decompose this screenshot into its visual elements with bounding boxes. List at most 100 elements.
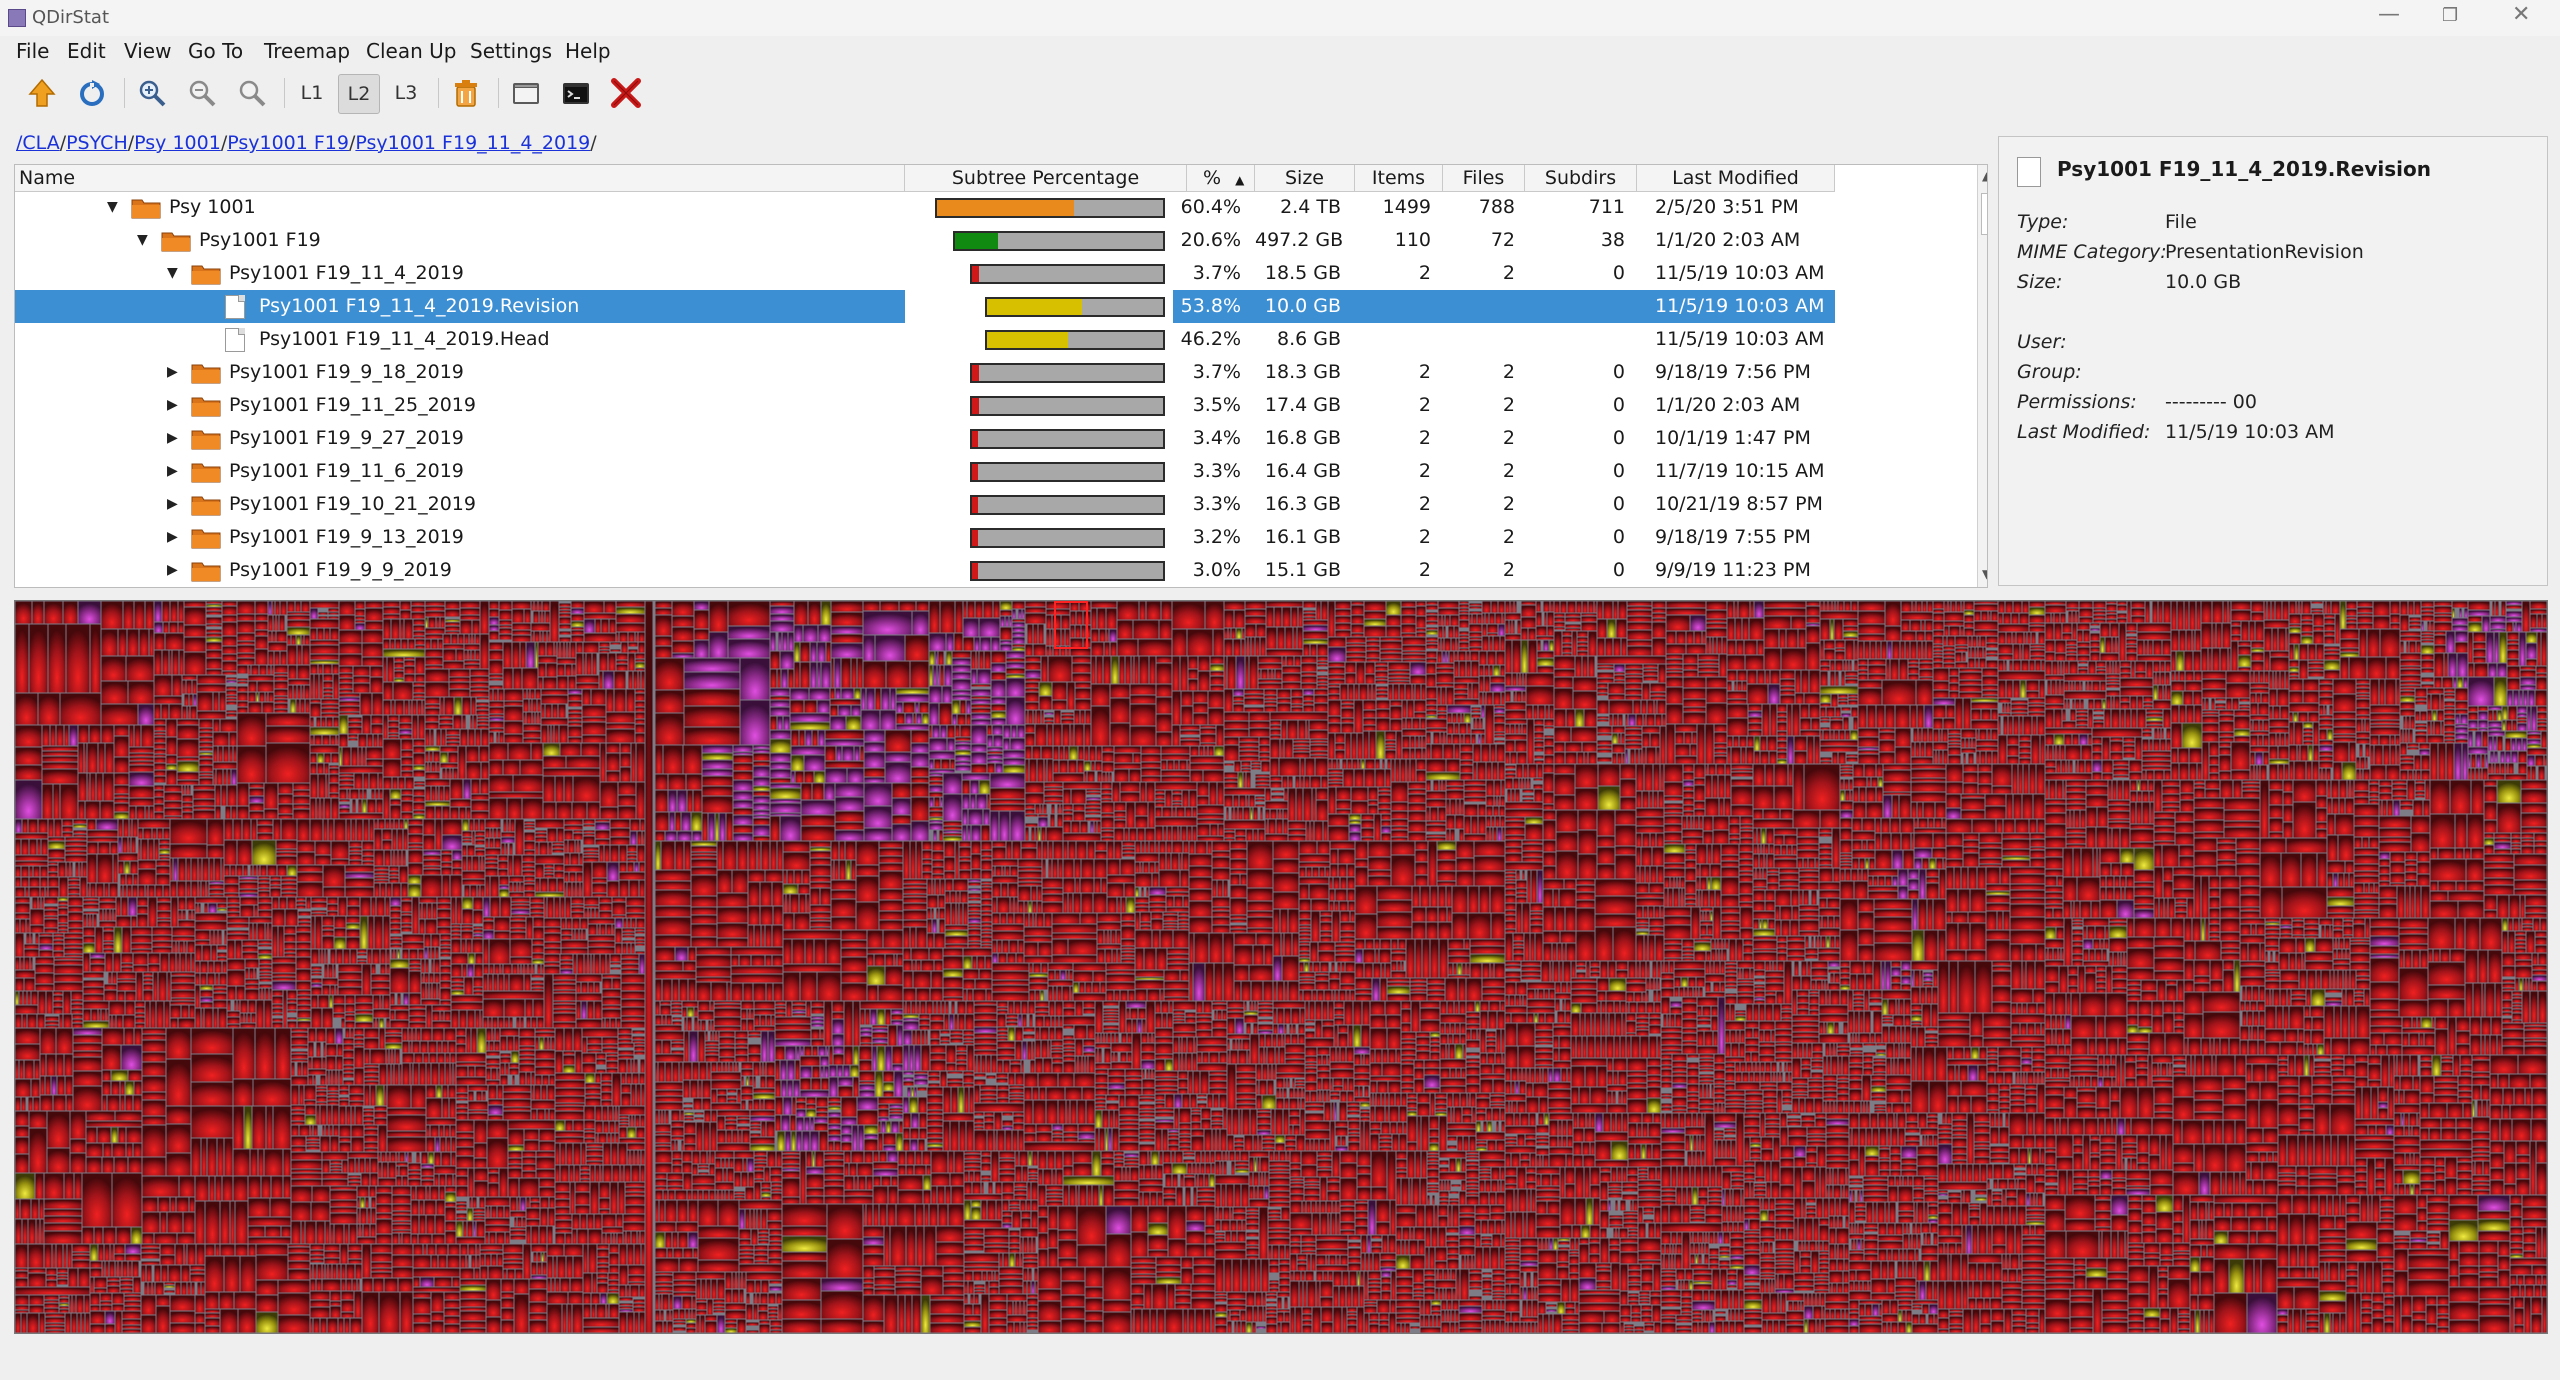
treemap-tile[interactable]: [554, 725, 559, 743]
treemap-tile[interactable]: [145, 1001, 150, 1028]
treemap-tile[interactable]: [529, 1289, 547, 1302]
treemap-tile[interactable]: [440, 1137, 446, 1152]
treemap-tile[interactable]: [554, 642, 557, 656]
treemap-tile[interactable]: [1375, 680, 1388, 684]
treemap-tile[interactable]: [349, 1094, 364, 1101]
treemap-tile[interactable]: [608, 1290, 619, 1293]
treemap-tile[interactable]: [541, 695, 568, 704]
treemap-tile[interactable]: [1025, 607, 1046, 613]
treemap-tile[interactable]: [311, 973, 322, 976]
treemap-tile[interactable]: [1386, 615, 1401, 626]
treemap-tile[interactable]: [1224, 772, 1238, 778]
col-items-header[interactable]: Items: [1355, 165, 1443, 191]
treemap-tile[interactable]: [483, 964, 489, 974]
treemap-tile[interactable]: [434, 1152, 441, 1166]
treemap-tile[interactable]: [411, 1200, 419, 1215]
treemap-tile[interactable]: [394, 949, 397, 959]
treemap-tile[interactable]: [557, 878, 564, 892]
treemap-tile[interactable]: [1091, 629, 1099, 642]
treemap-tile[interactable]: [1293, 749, 1310, 752]
treemap-tile[interactable]: [1141, 768, 1161, 776]
treemap-tile[interactable]: [1110, 684, 1130, 698]
treemap-tile[interactable]: [371, 1244, 392, 1253]
treemap-tile[interactable]: [547, 1304, 562, 1333]
treemap-tile[interactable]: [971, 764, 987, 773]
treemap-tile[interactable]: [209, 894, 224, 897]
treemap-tile[interactable]: [1285, 627, 1293, 649]
treemap-tile[interactable]: [601, 1085, 612, 1092]
treemap-tile[interactable]: [327, 1105, 332, 1125]
treemap-tile[interactable]: [1063, 810, 1073, 814]
treemap-tile[interactable]: [668, 790, 677, 812]
treemap-tile[interactable]: [1328, 601, 1335, 637]
treemap-tile[interactable]: [206, 607, 222, 611]
treemap-tile[interactable]: [68, 888, 80, 894]
treemap-tile[interactable]: [984, 651, 991, 669]
treemap-tile[interactable]: [974, 637, 980, 651]
treemap-tile[interactable]: [79, 862, 82, 877]
treemap-tile[interactable]: [591, 689, 606, 705]
treemap-tile[interactable]: [311, 987, 322, 995]
treemap-tile[interactable]: [245, 959, 259, 968]
treemap-tile[interactable]: [1351, 624, 1364, 633]
treemap-tile[interactable]: [124, 1028, 134, 1045]
treemap-tile[interactable]: [138, 860, 156, 869]
treemap-tile[interactable]: [339, 734, 348, 747]
treemap-tile[interactable]: [483, 939, 489, 964]
treemap-tile[interactable]: [530, 897, 544, 903]
treemap-tile[interactable]: [534, 601, 538, 611]
treemap-tile[interactable]: [461, 939, 466, 953]
treemap-tile[interactable]: [95, 927, 103, 953]
treemap-tile[interactable]: [488, 1266, 503, 1279]
treemap-tile[interactable]: [559, 607, 571, 610]
treemap-tile[interactable]: [1025, 782, 1044, 793]
treemap-tile[interactable]: [456, 1113, 468, 1120]
treemap-tile[interactable]: [1044, 717, 1054, 721]
treemap-tile[interactable]: [1264, 689, 1277, 695]
treemap-tile[interactable]: [1234, 761, 1241, 772]
treemap-tile[interactable]: [40, 1095, 53, 1111]
treemap-tile[interactable]: [512, 623, 531, 630]
treemap-tile[interactable]: [389, 871, 399, 875]
treemap-tile[interactable]: [1264, 706, 1277, 712]
treemap-tile[interactable]: [864, 806, 892, 828]
treemap-tile[interactable]: [460, 1255, 466, 1268]
treemap-tile[interactable]: [363, 1116, 374, 1121]
treemap-tile[interactable]: [48, 849, 65, 858]
treemap-tile[interactable]: [297, 872, 323, 882]
treemap-tile[interactable]: [1426, 644, 1438, 649]
treemap-tile[interactable]: [476, 702, 489, 706]
treemap-tile[interactable]: [213, 993, 227, 1000]
treemap-tile[interactable]: [602, 974, 621, 978]
treemap-tile[interactable]: [1317, 669, 1328, 672]
treemap-tile[interactable]: [586, 1150, 603, 1156]
treemap-tile[interactable]: [565, 664, 572, 676]
treemap-tile[interactable]: [243, 865, 248, 876]
treemap-tile[interactable]: [1018, 609, 1022, 619]
treemap-tile[interactable]: [87, 842, 98, 854]
treemap-tile[interactable]: [753, 791, 770, 796]
treemap-tile[interactable]: [191, 858, 198, 881]
treemap-tile[interactable]: [1375, 769, 1385, 787]
treemap-tile[interactable]: [382, 829, 392, 840]
treemap-tile[interactable]: [636, 743, 645, 782]
treemap-tile[interactable]: [454, 697, 462, 715]
treemap-tile[interactable]: [1277, 809, 1280, 819]
treemap-tile[interactable]: [53, 951, 64, 957]
treemap-tile[interactable]: [35, 964, 54, 973]
treemap-tile[interactable]: [251, 665, 259, 675]
treemap-tile[interactable]: [287, 615, 310, 620]
treemap-tile[interactable]: [587, 1050, 602, 1053]
treemap-tile[interactable]: [439, 1186, 445, 1200]
treemap-tile[interactable]: [1364, 626, 1386, 637]
treemap-tile[interactable]: [58, 905, 68, 908]
treemap-tile[interactable]: [1259, 745, 1270, 752]
treemap-tile[interactable]: [573, 776, 600, 802]
treemap-tile[interactable]: [1003, 725, 1011, 738]
treemap-tile[interactable]: [1376, 718, 1390, 731]
treemap-tile[interactable]: [753, 825, 770, 836]
treemap-tile[interactable]: [391, 700, 395, 715]
treemap-tile[interactable]: [65, 1076, 73, 1095]
treemap-tile[interactable]: [383, 639, 390, 649]
treemap-tile[interactable]: [281, 876, 297, 880]
